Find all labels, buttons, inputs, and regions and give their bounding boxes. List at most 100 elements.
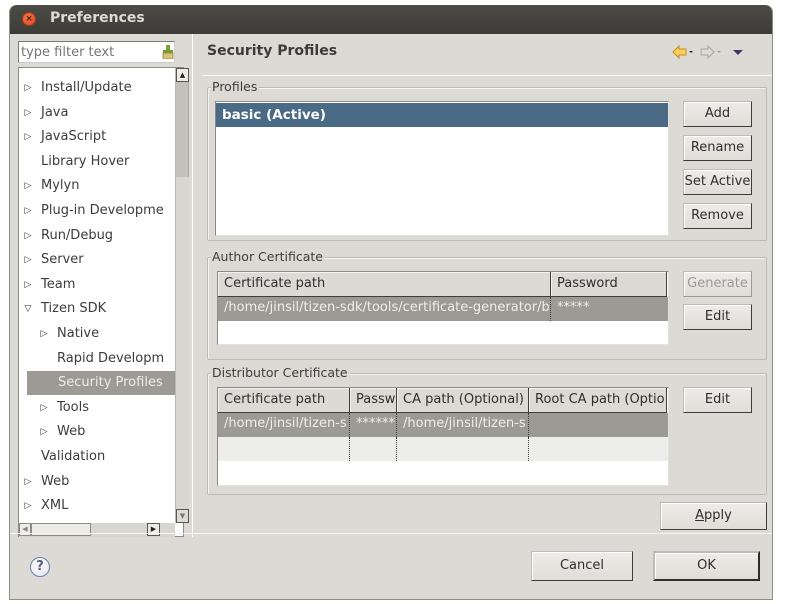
tree-item[interactable]: ▷ Tools xyxy=(19,396,166,420)
distributor-ca-path-cell[interactable]: /home/jinsil/tizen-s xyxy=(397,413,529,437)
tree-item-label: XML xyxy=(41,498,69,514)
distributor-certificate-table[interactable]: Certificate path Passw CA path (Optional… xyxy=(217,387,669,486)
view-menu-icon[interactable] xyxy=(732,45,744,59)
collapsed-arrow-icon[interactable]: ▷ xyxy=(23,101,33,125)
collapsed-arrow-icon[interactable]: ▷ xyxy=(39,420,49,444)
column-header-password[interactable]: Passw xyxy=(350,388,397,413)
add-profile-button[interactable]: Add xyxy=(683,101,752,127)
column-header-password[interactable]: Password xyxy=(551,272,667,297)
cancel-button[interactable]: Cancel xyxy=(531,551,633,581)
collapsed-arrow-icon[interactable]: ▷ xyxy=(23,76,33,100)
page-title: Security Profiles xyxy=(207,43,338,59)
tree-item[interactable]: ▷ Install/Update xyxy=(19,76,166,100)
tree-item[interactable]: ▷ Java xyxy=(19,101,166,125)
ok-button[interactable]: OK xyxy=(653,551,760,581)
title-bar[interactable]: × Preferences xyxy=(10,5,772,34)
profiles-group: Profiles basic (Active) Add Rename Set A… xyxy=(207,79,767,241)
edit-distributor-certificate-button[interactable]: Edit xyxy=(683,387,752,413)
empty-cell xyxy=(218,437,350,461)
pane-divider[interactable] xyxy=(192,34,193,537)
profiles-group-label: Profiles xyxy=(211,79,260,94)
tree-item-label: Team xyxy=(41,276,76,292)
tree-item[interactable]: ▷ XML xyxy=(19,494,166,518)
tree-item[interactable]: ▷ Native xyxy=(19,322,166,346)
distributor-password-cell[interactable]: ****** xyxy=(350,413,397,437)
author-password-cell[interactable]: ***** xyxy=(551,297,667,321)
collapsed-arrow-icon[interactable]: ▷ xyxy=(39,396,49,420)
forward-arrow-icon[interactable] xyxy=(700,45,722,59)
tree-item[interactable]: ▷ Web xyxy=(19,420,166,444)
profile-item[interactable]: basic (Active) xyxy=(216,103,668,127)
collapsed-arrow-icon[interactable]: ▷ xyxy=(23,273,33,297)
apply-button[interactable]: Apply xyxy=(660,502,767,530)
window-title: Preferences xyxy=(50,10,145,26)
preference-tree[interactable]: ▷ Install/Update ▷ Java ▷ JavaScript Library H… xyxy=(18,67,189,537)
distributor-certificate-group: Distributor Certificate Certificate path… xyxy=(207,365,767,495)
close-icon[interactable]: × xyxy=(22,12,36,26)
tree-item[interactable]: ▽ Tizen SDK xyxy=(19,297,166,321)
tree-item-label: Plug-in Developme xyxy=(41,203,164,218)
profiles-list[interactable]: basic (Active) xyxy=(215,101,669,236)
tree-item[interactable]: ▷ Mylyn xyxy=(19,174,166,198)
collapsed-arrow-icon[interactable]: ▷ xyxy=(23,224,33,248)
column-header-ca-path[interactable]: CA path (Optional) xyxy=(397,388,529,413)
collapsed-arrow-icon[interactable]: ▷ xyxy=(23,174,33,198)
tree-item-label: Server xyxy=(41,252,84,268)
tree-item[interactable]: Security Profiles xyxy=(27,371,175,396)
filter-input[interactable] xyxy=(18,41,175,63)
collapsed-arrow-icon[interactable]: ▷ xyxy=(23,199,33,223)
tree-item-label: Rapid Developm xyxy=(57,350,165,366)
tree-item[interactable]: Rapid Developm xyxy=(19,347,166,371)
tree-item[interactable]: ▷ JavaScript xyxy=(19,125,166,149)
column-header-root-ca-path[interactable]: Root CA path (Optio xyxy=(529,388,667,413)
tree-item-label: JavaScript xyxy=(41,129,107,145)
collapsed-arrow-icon[interactable]: ▷ xyxy=(39,322,49,346)
set-active-profile-button[interactable]: Set Active xyxy=(683,169,752,195)
collapsed-arrow-icon[interactable]: ▷ xyxy=(23,494,33,518)
scroll-down-arrow-icon[interactable]: ▼ xyxy=(176,509,189,523)
help-icon[interactable]: ? xyxy=(30,557,50,577)
tree-item[interactable]: ▷ Plug-in Developme xyxy=(19,199,166,223)
back-arrow-icon[interactable] xyxy=(672,45,694,59)
tree-item[interactable]: ▷ Web xyxy=(19,470,166,494)
clear-filter-icon[interactable] xyxy=(162,45,174,59)
distributor-root-ca-path-cell[interactable] xyxy=(529,413,667,437)
column-header-certificate-path[interactable]: Certificate path xyxy=(218,388,350,413)
horizontal-scroll-thumb[interactable] xyxy=(31,523,91,536)
tree-item-label: Run/Debug xyxy=(41,227,114,243)
tree-item[interactable]: ▷ Run/Debug xyxy=(19,224,166,248)
tree-item[interactable]: ▷ Server xyxy=(19,248,166,272)
scroll-right-arrow-icon[interactable]: ▶ xyxy=(147,523,160,536)
tree-vertical-scrollbar[interactable]: ▲ ▼ xyxy=(175,68,189,523)
tree-item-label: Install/Update xyxy=(41,80,132,95)
tree-item-label: Web xyxy=(41,473,70,489)
scroll-thumb[interactable] xyxy=(176,82,189,177)
tree-item[interactable]: Library Hover xyxy=(19,150,166,174)
preferences-dialog: × Preferences ▷ Install/Update ▷ Java ▷ JavaS… xyxy=(9,5,773,600)
scroll-up-arrow-icon[interactable]: ▲ xyxy=(176,68,189,82)
column-header-certificate-path[interactable]: Certificate path xyxy=(218,272,551,297)
tree-item[interactable]: ▷ Team xyxy=(19,273,166,297)
tree-item-label: Tools xyxy=(57,399,90,415)
tree-item-label: Tizen SDK xyxy=(41,301,107,317)
collapsed-arrow-icon[interactable]: ▷ xyxy=(23,125,33,149)
collapsed-arrow-icon[interactable]: ▷ xyxy=(23,470,33,494)
tree-horizontal-scrollbar[interactable]: ◀ ▶ xyxy=(19,523,175,537)
author-certificate-path-cell[interactable]: /home/jinsil/tizen-sdk/tools/certificate… xyxy=(218,297,551,321)
tree-item-label: Validation xyxy=(41,449,106,464)
scroll-left-arrow-icon[interactable]: ◀ xyxy=(19,523,31,536)
header-separator xyxy=(202,75,772,76)
distributor-certificate-path-cell[interactable]: /home/jinsil/tizen-s xyxy=(218,413,350,437)
generate-certificate-button[interactable]: Generate xyxy=(683,271,752,297)
edit-author-certificate-button[interactable]: Edit xyxy=(683,304,752,330)
author-certificate-table[interactable]: Certificate path Password /home/jinsil/t… xyxy=(217,271,669,345)
tree-item-label: Web xyxy=(57,424,86,440)
collapsed-arrow-icon[interactable]: ▷ xyxy=(23,248,33,272)
tree-item[interactable]: Validation xyxy=(19,445,166,469)
remove-profile-button[interactable]: Remove xyxy=(683,203,752,229)
rename-profile-button[interactable]: Rename xyxy=(683,135,752,161)
distributor-certificate-group-label: Distributor Certificate xyxy=(211,365,350,380)
empty-cell xyxy=(350,437,397,461)
apply-label: pply xyxy=(704,508,732,523)
expanded-arrow-icon[interactable]: ▽ xyxy=(23,297,33,321)
